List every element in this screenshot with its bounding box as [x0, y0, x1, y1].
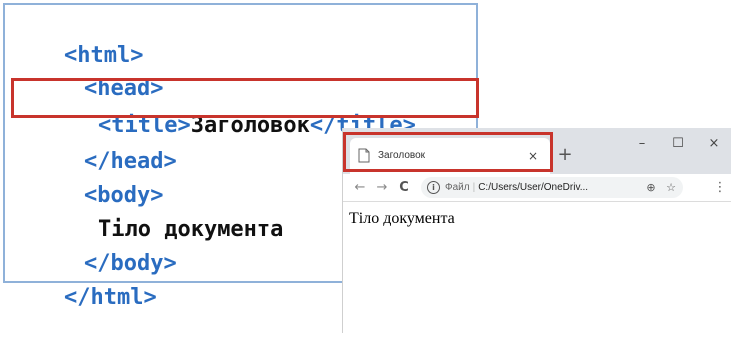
address-separator: | — [472, 182, 476, 193]
page-body-text: Тіло документа — [349, 210, 455, 227]
tab-strip: Заголовок × + – ☐ × — [343, 128, 731, 174]
code-line-head-close: </head> — [31, 117, 177, 174]
browser-window: Заголовок × + – ☐ × ← → C i Файл | C:/User… — [342, 128, 731, 333]
address-bar[interactable]: i Файл | C:/Users/User/OneDriv... ⊕ ☆ — [421, 177, 683, 198]
close-window-button[interactable]: × — [699, 132, 729, 156]
browser-toolbar: ← → C i Файл | C:/Users/User/OneDriv... ⊕ … — [343, 174, 731, 202]
menu-icon[interactable]: ⋮ — [713, 174, 727, 201]
back-arrow-icon[interactable]: ← — [351, 174, 369, 201]
code-line-head-open: <head> — [31, 44, 163, 101]
reload-icon[interactable]: C — [395, 174, 413, 201]
page-content: Тіло документа — [343, 202, 731, 333]
code-line-html-close: </html> — [11, 253, 157, 310]
address-text: Файл | C:/Users/User/OneDriv... — [445, 177, 588, 198]
new-tab-button[interactable]: + — [553, 140, 577, 170]
zoom-icon[interactable]: ⊕ — [643, 177, 659, 198]
forward-arrow-icon[interactable]: → — [373, 174, 391, 201]
scheme-label: Файл — [445, 182, 470, 193]
minimize-button[interactable]: – — [627, 132, 657, 156]
info-icon[interactable]: i — [427, 181, 440, 194]
title-highlight-box — [11, 78, 479, 118]
html-close-tag: </html> — [63, 285, 157, 310]
code-line-body-text: Тіло документа — [45, 185, 283, 242]
maximize-button[interactable]: ☐ — [663, 132, 693, 156]
star-icon[interactable]: ☆ — [663, 177, 679, 198]
tab-highlight-box — [343, 132, 553, 172]
url-text: C:/Users/User/OneDriv... — [478, 182, 589, 193]
code-line-body-close: </body> — [31, 219, 177, 276]
code-line-body-open: <body> — [31, 151, 163, 208]
code-line-html-open: <html> — [11, 11, 143, 68]
